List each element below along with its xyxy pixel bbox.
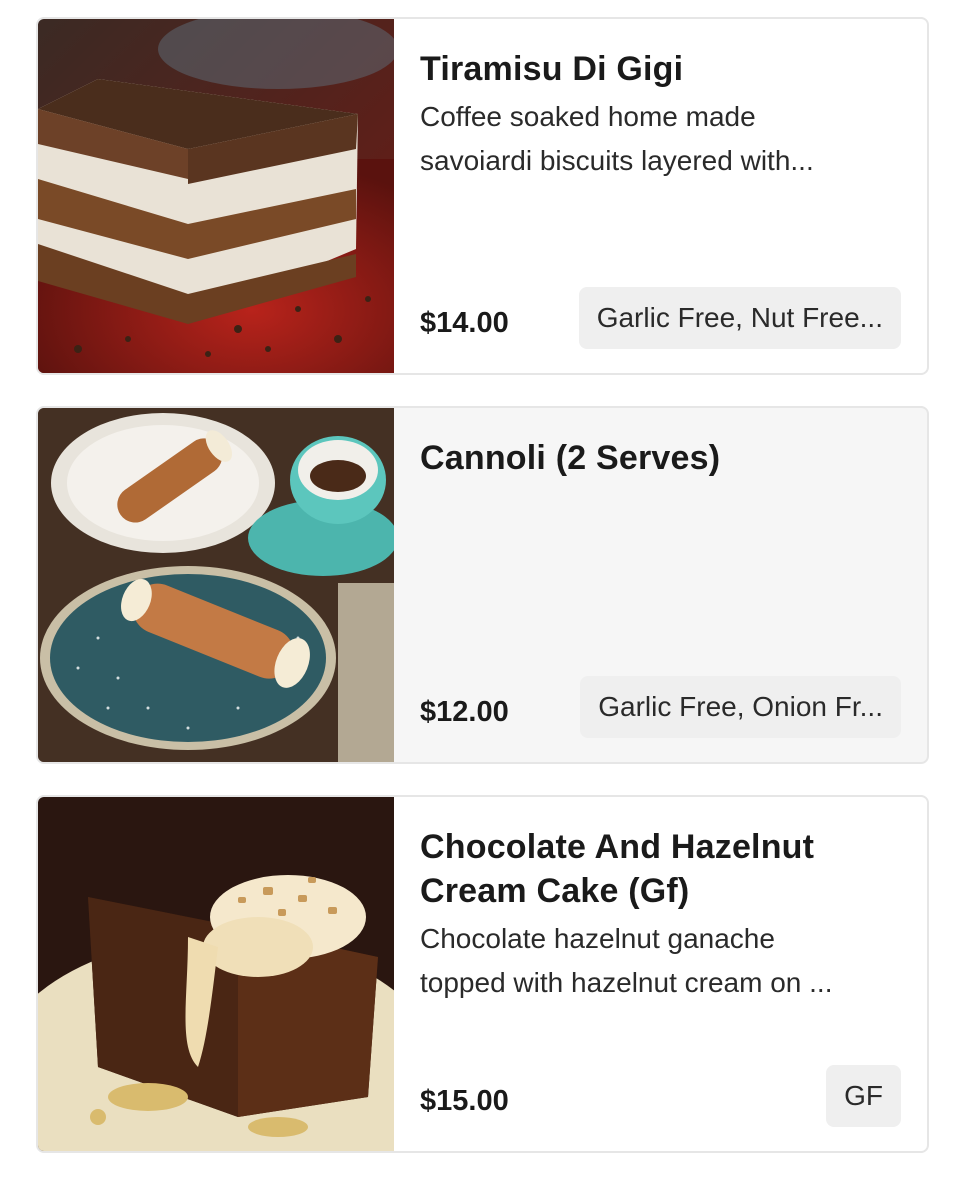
description-line: topped with hazelnut cream on ... xyxy=(420,967,833,998)
menu-item-info: Tiramisu Di Gigi Coffee soaked home made… xyxy=(420,19,901,373)
dietary-tags-badge[interactable]: Garlic Free, Onion Fr... xyxy=(580,676,901,738)
menu-item-title: Cannoli (2 Serves) xyxy=(420,439,721,477)
menu-item-description: Coffee soaked home made savoiardi biscui… xyxy=(420,95,900,183)
menu-item-info: Chocolate And Hazelnut Cream Cake (Gf) C… xyxy=(420,797,901,1151)
menu-item-price: $15.00 xyxy=(420,1085,509,1117)
description-line: Chocolate hazelnut ganache xyxy=(420,923,775,954)
description-line: Coffee soaked home made xyxy=(420,101,756,132)
menu-item-card-chocolate-hazelnut-cake[interactable]: Chocolate And Hazelnut Cream Cake (Gf) C… xyxy=(36,795,929,1153)
title-line: Chocolate And Hazelnut xyxy=(420,828,815,866)
description-line: savoiardi biscuits layered with... xyxy=(420,145,814,176)
chocolate-cake-photo xyxy=(38,797,394,1151)
menu-item-price: $14.00 xyxy=(420,307,509,339)
menu-item-title: Chocolate And Hazelnut Cream Cake (Gf) xyxy=(420,825,901,913)
dietary-tags-badge[interactable]: GF xyxy=(826,1065,901,1127)
menu-item-card-cannoli[interactable]: Cannoli (2 Serves) $12.00 Garlic Free, O… xyxy=(36,406,929,764)
menu-item-info: Cannoli (2 Serves) $12.00 Garlic Free, O… xyxy=(420,408,901,762)
tiramisu-photo xyxy=(38,19,394,373)
menu-item-list: Tiramisu Di Gigi Coffee soaked home made… xyxy=(0,0,965,1200)
cannoli-photo xyxy=(38,408,394,762)
menu-item-description: Chocolate hazelnut ganache topped with h… xyxy=(420,917,900,1005)
menu-item-card-tiramisu[interactable]: Tiramisu Di Gigi Coffee soaked home made… xyxy=(36,17,929,375)
menu-item-price: $12.00 xyxy=(420,696,509,728)
menu-item-title: Tiramisu Di Gigi xyxy=(420,50,684,88)
dietary-tags-badge[interactable]: Garlic Free, Nut Free... xyxy=(578,287,901,349)
title-line: Cream Cake (Gf) xyxy=(420,872,690,910)
